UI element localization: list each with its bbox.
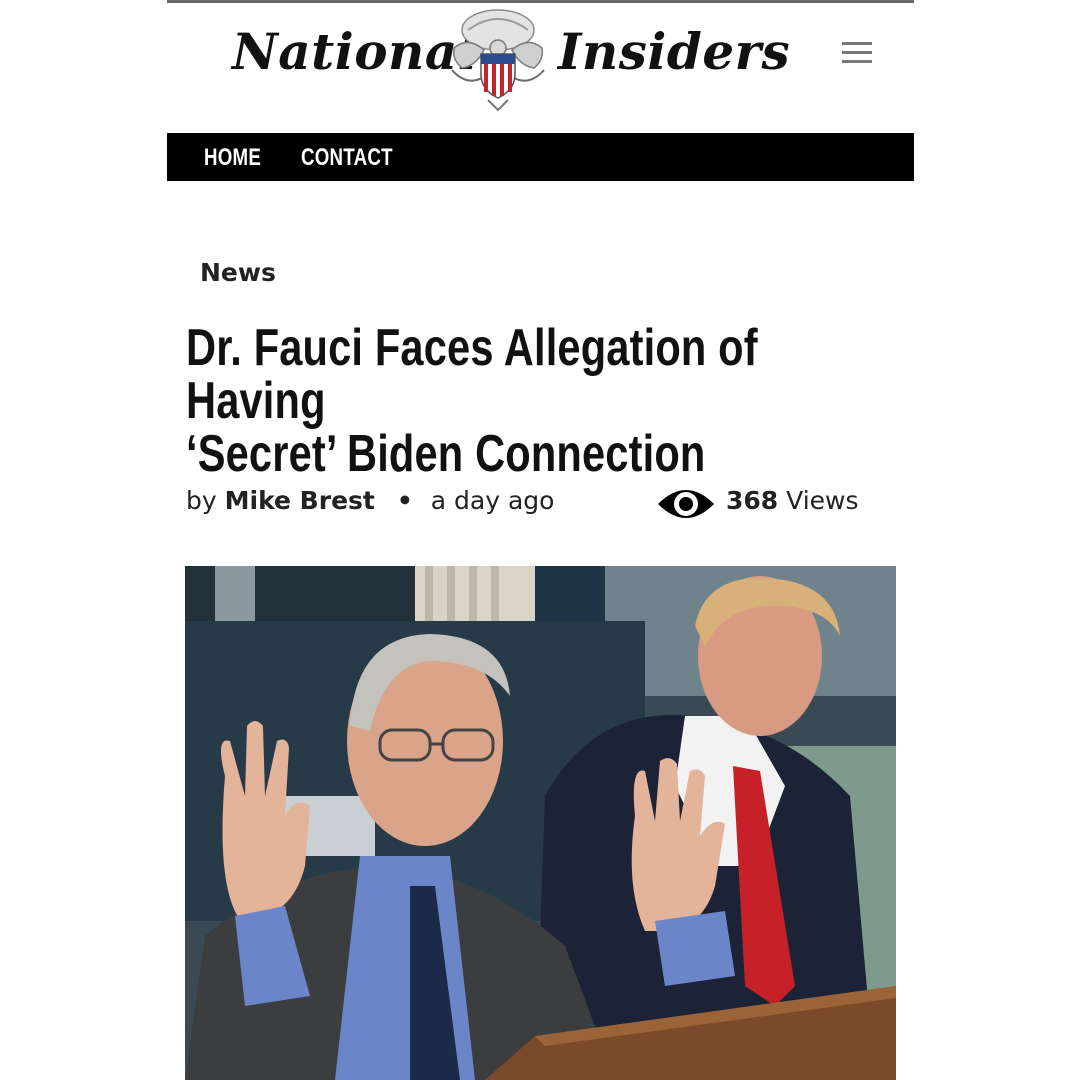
author-name[interactable]: Mike Brest xyxy=(225,486,375,515)
logo-text-insiders: Insiders xyxy=(558,22,791,81)
top-rule xyxy=(167,0,914,3)
article-byline: by Mike Brest • a day ago xyxy=(186,486,554,515)
eye-icon xyxy=(658,490,714,518)
nav-home-link[interactable]: HOME xyxy=(204,133,261,181)
eagle-seal-icon xyxy=(451,9,545,112)
nav-contact-link[interactable]: CONTACT xyxy=(301,133,393,181)
article-title: Dr. Fauci Faces Allegation of Having ‘Se… xyxy=(186,322,874,481)
views-label: Views xyxy=(786,486,859,515)
article-title-line-1: Dr. Fauci Faces Allegation of Having xyxy=(186,319,758,430)
hamburger-menu-icon[interactable] xyxy=(842,40,874,66)
byline-separator: • xyxy=(396,486,413,515)
views-text: 368 Views xyxy=(726,486,859,515)
site-logo[interactable]: National Insiders xyxy=(232,8,790,113)
page: National Insiders HOME CONTACT News Dr. … xyxy=(0,0,1080,1080)
views-count: 368 xyxy=(726,486,779,515)
article-title-line-2: ‘Secret’ Biden Connection xyxy=(186,425,706,483)
publish-timestamp: a day ago xyxy=(430,486,555,515)
logo-text-national: National xyxy=(232,22,478,81)
article-hero-photo xyxy=(185,566,896,1080)
byline-prefix: by xyxy=(186,486,217,515)
main-navbar: HOME CONTACT xyxy=(167,133,914,181)
article-category[interactable]: News xyxy=(200,258,276,287)
